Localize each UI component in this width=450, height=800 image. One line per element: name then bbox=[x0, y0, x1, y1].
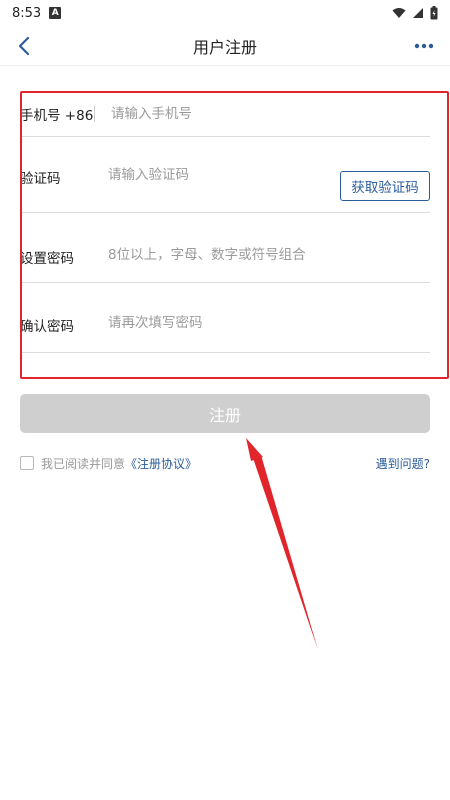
app-bar: 用户注册 bbox=[0, 26, 450, 66]
agreement-text: 我已阅读并同意 bbox=[41, 456, 126, 471]
agreement-checkbox[interactable] bbox=[20, 456, 34, 470]
register-button[interactable]: 注册 bbox=[20, 394, 430, 433]
notification-badge-icon: A bbox=[49, 7, 62, 19]
password-label: 设置密码 bbox=[20, 251, 74, 267]
page-title: 用户注册 bbox=[192, 37, 257, 57]
more-dots-icon bbox=[414, 43, 434, 49]
phone-label-divider bbox=[94, 106, 95, 122]
registration-form: 手机号 +86 验证码 获取验证码 设置密码 确认密码 bbox=[20, 92, 430, 353]
signal-icon bbox=[413, 8, 423, 18]
back-button[interactable] bbox=[8, 30, 40, 62]
confirm-password-label: 确认密码 bbox=[20, 319, 74, 335]
more-options-button[interactable] bbox=[406, 30, 442, 62]
battery-icon bbox=[430, 6, 438, 20]
help-link[interactable]: 遇到问题? bbox=[376, 455, 430, 472]
status-icons bbox=[392, 6, 438, 20]
password-row: 设置密码 bbox=[20, 213, 430, 283]
phone-label: 手机号 +86 bbox=[20, 108, 94, 124]
phone-row: 手机号 +86 bbox=[20, 92, 430, 137]
status-time: 8:53 bbox=[12, 5, 42, 21]
phone-input[interactable] bbox=[111, 106, 430, 122]
password-input[interactable] bbox=[108, 247, 430, 263]
wifi-icon bbox=[392, 8, 406, 18]
confirm-password-row: 确认密码 bbox=[20, 283, 430, 353]
back-arrow-icon bbox=[18, 36, 30, 56]
get-code-button[interactable]: 获取验证码 bbox=[340, 171, 430, 201]
agreement-link[interactable]: 《注册协议》 bbox=[125, 455, 197, 472]
agreement-row: 我已阅读并同意 《注册协议》 遇到问题? bbox=[20, 453, 430, 473]
confirm-password-input[interactable] bbox=[108, 315, 430, 331]
code-label: 验证码 bbox=[20, 171, 61, 187]
status-bar: 8:53 A bbox=[0, 0, 450, 26]
